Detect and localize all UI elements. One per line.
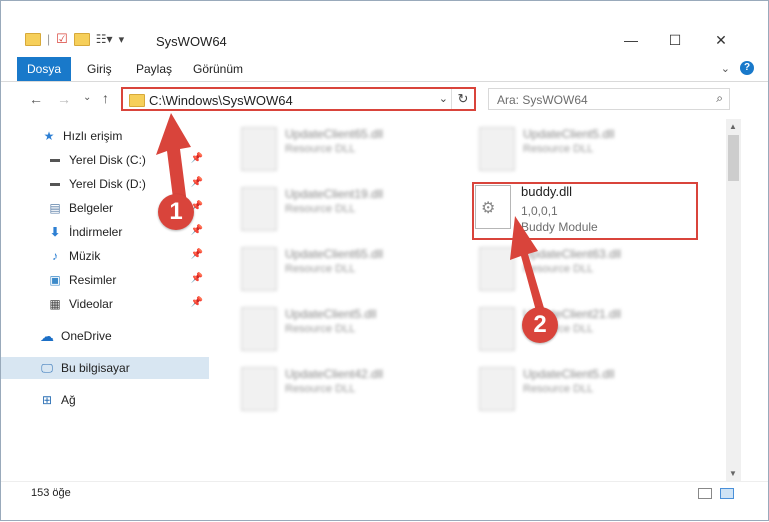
search-icon[interactable]: ⌕ [716, 91, 723, 106]
pin-icon[interactable]: 📌 [191, 153, 203, 164]
help-icon[interactable]: ? [740, 61, 754, 75]
close-button[interactable]: ✕ [711, 31, 731, 49]
expand-ribbon-icon[interactable]: ⌄ [721, 62, 730, 75]
pin-icon[interactable]: 📌 [191, 225, 203, 236]
tab-share[interactable]: Paylaş [136, 57, 172, 81]
address-dropdown-icon[interactable]: ⌄ [439, 92, 448, 105]
sidebar-item-quick-access[interactable]: ★ Hızlı erişim [1, 125, 209, 147]
new-folder-icon[interactable] [73, 32, 90, 46]
documents-icon: ▤ [49, 201, 61, 215]
scroll-down-icon[interactable]: ▼ [729, 469, 737, 478]
dll-file-icon [241, 187, 277, 231]
pictures-icon: ▣ [49, 273, 61, 287]
search-input[interactable]: Ara: SysWOW64 ⌕ [488, 88, 730, 110]
sidebar-item-onedrive[interactable]: ☁ OneDrive [1, 325, 209, 347]
address-bar[interactable]: C:\Windows\SysWOW64 ⌄ ↻ [121, 87, 476, 111]
highlight-box-buddy-dll [472, 182, 698, 240]
pin-icon[interactable]: 📌 [191, 249, 203, 260]
refresh-icon[interactable]: ↻ [451, 89, 474, 109]
dll-file-icon [241, 307, 277, 351]
folder-icon [129, 94, 145, 107]
details-view-icon[interactable] [698, 488, 712, 499]
music-icon: ♪ [52, 249, 58, 263]
drive-icon: ▬ [50, 154, 60, 165]
step-badge-2: 2 [522, 307, 558, 343]
tab-view[interactable]: Görünüm [193, 57, 243, 81]
sidebar-item-disk-d[interactable]: ▬ Yerel Disk (D:) 📌 [1, 173, 209, 195]
quick-access-toolbar: | ☑ ☷▾ ▾ [25, 31, 124, 47]
explorer-window: | ☑ ☷▾ ▾ SysWOW64 — ☐ ✕ Dosya Giriş Payl… [0, 0, 769, 521]
file-item[interactable]: UpdateClient21.dll Resource DLL [459, 299, 679, 354]
step-badge-1: 1 [158, 194, 194, 230]
search-placeholder: Ara: SysWOW64 [497, 93, 588, 107]
sidebar-item-music[interactable]: ♪ Müzik 📌 [1, 245, 209, 267]
toolbar-separator: | [47, 32, 51, 46]
drive-icon: ▬ [50, 178, 60, 189]
forward-arrow-icon[interactable]: → [57, 91, 71, 107]
sidebar-item-this-pc[interactable]: 🖵 Bu bilgisayar [1, 357, 209, 379]
status-bar: 153 öğe [1, 481, 768, 506]
maximize-button[interactable]: ☐ [665, 31, 685, 49]
customize-toolbar-icon[interactable]: ☷▾ [96, 32, 113, 46]
sidebar-item-pictures[interactable]: ▣ Resimler 📌 [1, 269, 209, 291]
scroll-up-icon[interactable]: ▲ [729, 122, 737, 131]
download-icon: ⬇ [49, 225, 61, 239]
sidebar-item-disk-c[interactable]: ▬ Yerel Disk (C:) 📌 [1, 149, 209, 171]
file-list: UpdateClient65.dll Resource DLL UpdateCl… [221, 119, 726, 479]
star-icon: ★ [43, 129, 55, 143]
ribbon: Dosya Giriş Paylaş Görünüm ⌄ ? [1, 57, 768, 82]
large-icons-view-icon[interactable] [720, 488, 734, 499]
cloud-icon: ☁ [40, 328, 54, 344]
dll-file-icon [479, 127, 515, 171]
file-item[interactable]: UpdateClient19.dll Resource DLL [221, 179, 441, 234]
recent-chevron-icon[interactable]: ⌄ [83, 92, 91, 103]
sidebar-item-network[interactable]: ⊞ Ağ [1, 389, 209, 411]
properties-icon[interactable]: ☑ [56, 31, 68, 47]
dll-file-icon [241, 247, 277, 291]
window-title: SysWOW64 [156, 34, 227, 49]
tab-home[interactable]: Giriş [87, 57, 112, 81]
up-arrow-icon[interactable]: ↑ [102, 90, 109, 106]
back-arrow-icon[interactable]: ← [29, 91, 43, 107]
scrollbar-thumb[interactable] [728, 135, 739, 181]
chevron-down-icon[interactable]: ▾ [119, 33, 125, 46]
dll-file-icon [479, 247, 515, 291]
pin-icon[interactable]: 📌 [191, 297, 203, 308]
computer-icon: 🖵 [41, 361, 53, 375]
file-item[interactable]: UpdateClient5.dll Resource DLL [221, 299, 441, 354]
dll-file-icon [241, 367, 277, 411]
dll-file-icon [241, 127, 277, 171]
item-count: 153 öğe [31, 487, 71, 499]
file-item[interactable]: UpdateClient5.dll Resource DLL [459, 359, 679, 414]
file-item[interactable]: UpdateClient63.dll Resource DLL [459, 239, 679, 294]
pin-icon[interactable]: 📌 [191, 177, 203, 188]
dll-file-icon [479, 307, 515, 351]
file-item[interactable]: UpdateClient65.dll Resource DLL [221, 239, 441, 294]
minimize-button[interactable]: — [621, 31, 641, 49]
folder-icon[interactable] [25, 32, 41, 46]
address-path[interactable]: C:\Windows\SysWOW64 [149, 93, 293, 108]
file-item[interactable]: UpdateClient65.dll Resource DLL [221, 119, 441, 174]
navigation-pane: ★ Hızlı erişim ▬ Yerel Disk (C:) 📌 ▬ Yer… [1, 123, 209, 479]
pin-icon[interactable]: 📌 [191, 273, 203, 284]
vertical-scrollbar[interactable]: ▲ ▼ [726, 119, 741, 481]
videos-icon: ▦ [49, 297, 61, 311]
file-item[interactable]: UpdateClient42.dll Resource DLL [221, 359, 441, 414]
tab-file[interactable]: Dosya [17, 57, 71, 81]
dll-file-icon [479, 367, 515, 411]
file-item[interactable]: UpdateClient5.dll Resource DLL [459, 119, 679, 174]
sidebar-item-videos[interactable]: ▦ Videolar 📌 [1, 293, 209, 315]
network-icon: ⊞ [41, 393, 53, 407]
